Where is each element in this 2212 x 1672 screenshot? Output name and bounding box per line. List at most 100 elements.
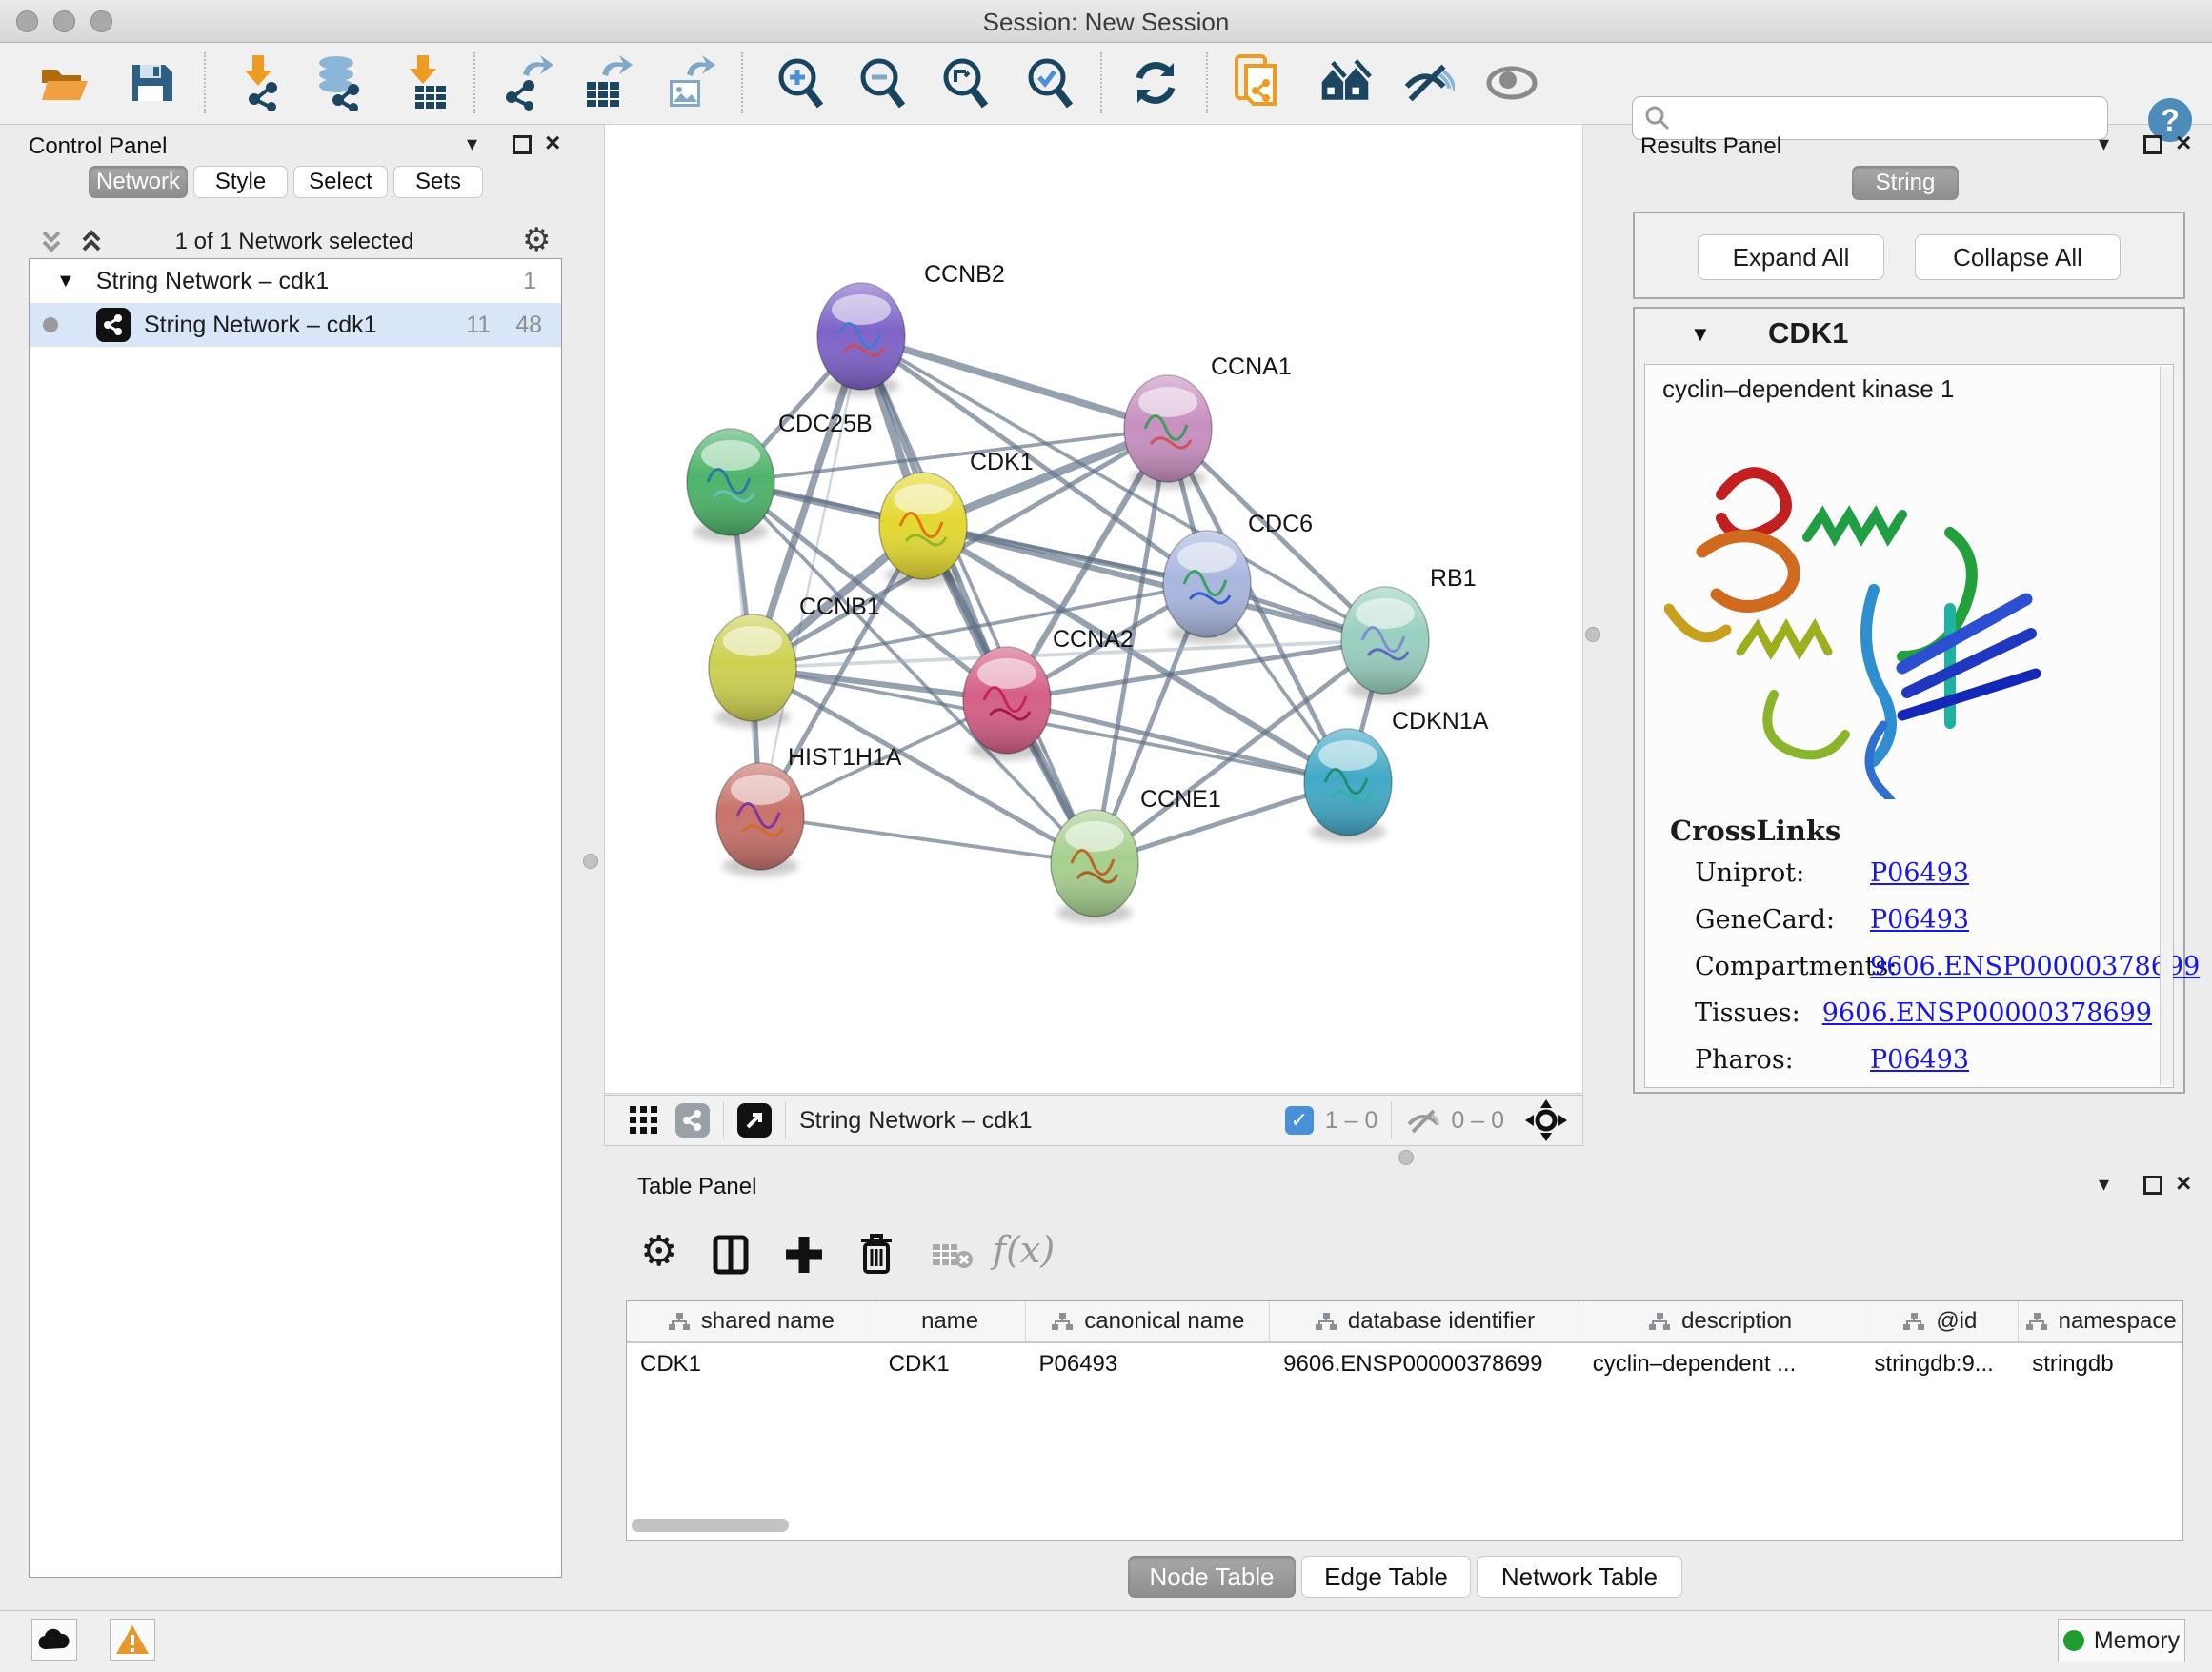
zoom-selected-icon[interactable] [1023,56,1076,110]
column-header-namespace[interactable]: namespace [2019,1301,2182,1341]
collapse-all-button[interactable]: Collapse All [1915,234,2121,280]
column-header-database-identifier[interactable]: database identifier [1270,1301,1579,1341]
string-style-icon[interactable] [675,1103,710,1138]
network-collection-row[interactable]: ▼ String Network – cdk1 1 [30,259,561,303]
column-header-shared-name[interactable]: shared name [627,1301,875,1341]
tab-style[interactable]: Style [193,166,288,198]
crosslink-link[interactable]: P06493 [1870,1045,1969,1075]
hidden-eye-slash-icon[interactable] [1405,1107,1441,1134]
birds-eye-grid-icon[interactable] [630,1106,658,1135]
table-panel-float-icon[interactable] [2143,1176,2162,1195]
network-node-ccnb1[interactable]: CCNB1 [709,594,880,728]
network-node-cdkn1a[interactable]: CDKN1A [1304,708,1489,842]
import-network-file-icon[interactable] [232,56,286,110]
results-tab-string[interactable]: String [1852,166,1959,200]
control-panel-collapse-icon[interactable]: ▾ [467,131,477,156]
memory-button[interactable]: Memory [2058,1619,2185,1662]
network-node-hist1h1a[interactable]: HIST1H1A [716,744,902,876]
save-session-icon[interactable] [124,56,177,110]
network-row-selected[interactable]: String Network – cdk1 11 48 [30,303,561,347]
results-panel-float-icon[interactable] [2143,135,2162,154]
gene-collapse-icon[interactable]: ▼ [1690,322,1711,347]
table-panel-collapse-icon[interactable]: ▾ [2099,1172,2109,1197]
table-horizontal-scrollbar[interactable] [632,1519,789,1532]
function-builder-icon[interactable]: f(x) [993,1229,1055,1271]
cloud-button[interactable] [31,1619,77,1661]
table-panel-close-icon[interactable]: × [2176,1168,2191,1199]
column-header-description[interactable]: description [1579,1301,1861,1341]
import-table-file-icon[interactable] [399,56,452,110]
column-tree-icon [1050,1312,1075,1331]
tree-expand-icon[interactable]: ▼ [56,271,75,292]
network-node-ccnb2[interactable]: CCNB2 [817,261,1005,396]
crosslink-link[interactable]: P06493 [1870,905,1969,935]
table-row[interactable]: CDK1CDK1P064939606.ENSP00000378699cyclin… [627,1343,2182,1385]
fit-content-crosshair-icon[interactable] [1525,1099,1567,1141]
toolbar-separator [741,52,743,113]
network-node-ccna2[interactable]: CCNA2 [963,626,1134,760]
import-network-database-icon[interactable] [312,56,365,110]
results-panel-close-icon[interactable]: × [2176,128,2191,158]
column-header-name[interactable]: name [875,1301,1026,1341]
tab-network[interactable]: Network [89,166,188,198]
table-cell[interactable]: CDK1 [627,1343,875,1385]
control-panel-float-icon[interactable] [513,135,532,154]
crosslink-link[interactable]: P06493 [1870,858,1969,888]
main-toolbar: ? [0,43,2212,125]
table-cell[interactable]: 9606.ENSP00000378699 [1270,1343,1579,1385]
delete-table-icon[interactable] [932,1240,974,1271]
table-cell[interactable]: P06493 [1025,1343,1270,1385]
tab-edge-table[interactable]: Edge Table [1301,1556,1471,1598]
search-input[interactable] [1679,104,2092,132]
table-settings-gear-icon[interactable]: ⚙ [640,1227,677,1276]
table-cell[interactable]: cyclin–dependent ... [1579,1343,1861,1385]
table-cell[interactable]: stringdb:9... [1860,1343,2019,1385]
add-column-icon[interactable] [785,1235,823,1275]
export-table-icon[interactable] [580,56,633,110]
network-node-cdc6[interactable]: CDC6 [1163,511,1313,644]
network-options-gear-icon[interactable]: ⚙ [522,221,551,259]
splitter-handle[interactable] [1398,1150,1414,1165]
crosslink-link[interactable]: 9606.ENSP00000378699 [1822,998,2152,1028]
network-node-label: CCNB1 [799,594,880,620]
open-session-icon[interactable] [38,56,91,110]
first-neighbors-icon[interactable] [1318,56,1372,110]
network-canvas[interactable]: CCNB2CCNA1CDC25BCDK1CDC6RB1CCNB1CCNA2CDK… [604,124,1583,1094]
zoom-out-icon[interactable] [855,56,909,110]
expand-all-button[interactable]: Expand All [1698,234,1884,280]
warnings-button[interactable] [110,1619,155,1661]
tab-select[interactable]: Select [293,166,388,198]
column-header-canonical-name[interactable]: canonical name [1026,1301,1271,1341]
tab-network-table[interactable]: Network Table [1477,1556,1682,1598]
splitter-handle[interactable] [583,854,598,869]
control-panel-close-icon[interactable]: × [545,128,560,158]
network-edge[interactable] [760,816,1095,863]
table-cell[interactable]: stringdb [2019,1343,2182,1385]
crosslink-link[interactable]: 9606.ENSP00000378699 [1870,952,2200,981]
crosslink-label: Pharos: [1695,1045,1870,1075]
network-node-ccne1[interactable]: CCNE1 [1051,786,1221,923]
zoom-fit-icon[interactable] [938,56,992,110]
hide-selected-icon[interactable] [1401,56,1455,110]
network-edge[interactable] [861,336,1168,429]
zoom-in-icon[interactable] [774,56,827,110]
crosslink-row: Tissues:9606.ENSP00000378699 [1695,998,2152,1028]
selected-checkbox-icon[interactable]: ✓ [1285,1106,1314,1135]
open-in-window-icon[interactable] [737,1103,772,1138]
refresh-icon[interactable] [1129,56,1182,110]
export-image-icon[interactable] [663,56,716,110]
delete-column-trash-icon[interactable] [859,1233,894,1275]
results-panel-collapse-icon[interactable]: ▾ [2099,131,2109,156]
table-cell[interactable]: CDK1 [875,1343,1026,1385]
duplicate-network-icon[interactable] [1233,56,1286,110]
splitter-handle[interactable] [1585,627,1600,642]
network-node-rb1[interactable]: RB1 [1341,565,1477,700]
tab-sets[interactable]: Sets [393,166,483,198]
column-header--id[interactable]: @id [1860,1301,2019,1341]
show-columns-icon[interactable] [713,1235,749,1275]
network-edge[interactable] [861,336,1095,863]
export-network-icon[interactable] [501,56,554,110]
show-all-icon[interactable] [1485,56,1538,110]
tab-node-table[interactable]: Node Table [1128,1556,1296,1598]
results-scrollbar[interactable] [2160,367,2173,1085]
